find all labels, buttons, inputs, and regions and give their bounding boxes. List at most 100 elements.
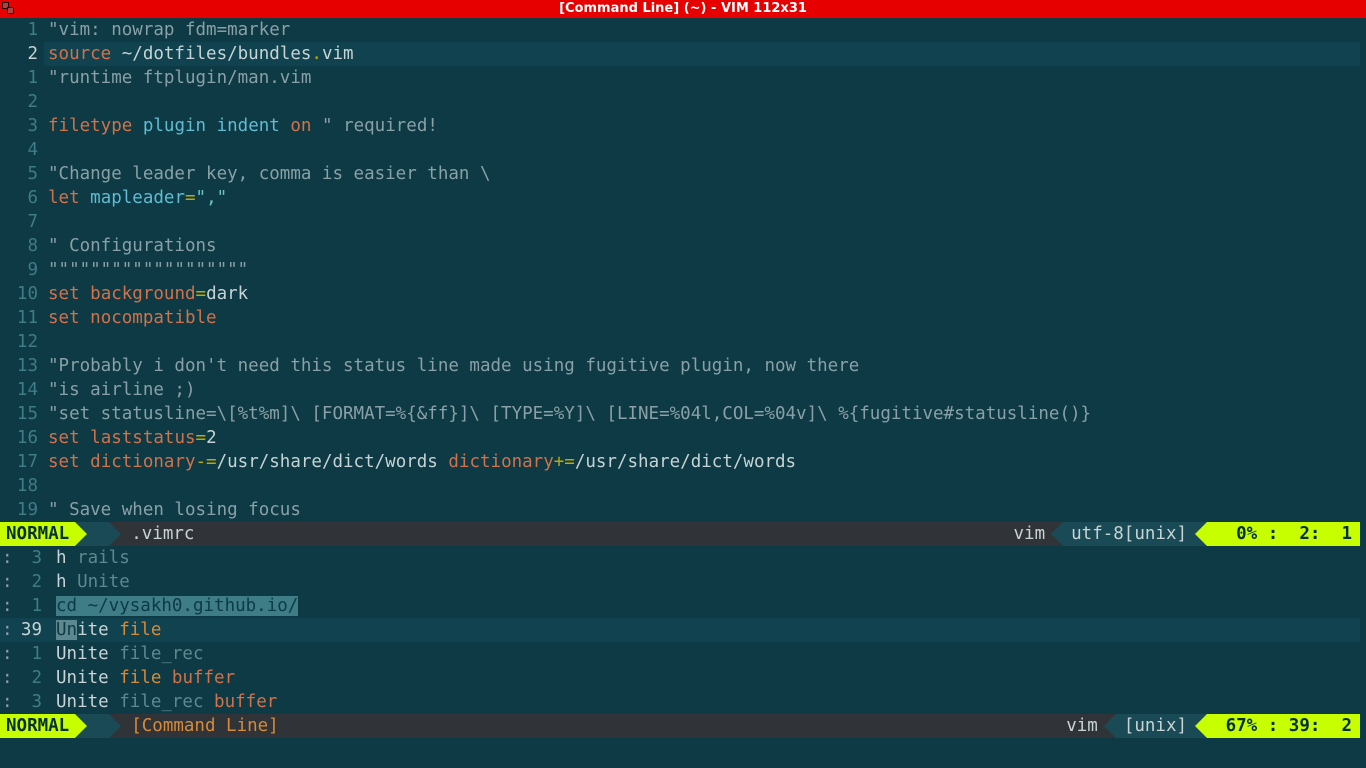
editor-line[interactable]: 6let mapleader="," bbox=[0, 186, 1360, 210]
editor-line[interactable]: 15"set statusline=\[%t%m]\ [FORMAT=%{&ff… bbox=[0, 402, 1360, 426]
separator-icon bbox=[75, 522, 87, 546]
position-indicator: 67% : 39: 2 bbox=[1207, 714, 1360, 738]
editor-line[interactable]: 7 bbox=[0, 210, 1360, 234]
line-number: 1 bbox=[0, 18, 44, 42]
line-number: 1 bbox=[16, 642, 44, 666]
line-content[interactable]: "is airline ;) bbox=[44, 378, 1360, 402]
command-text[interactable]: h rails bbox=[44, 546, 1360, 570]
command-history-line[interactable]: :39Unite file bbox=[0, 618, 1360, 642]
command-colon: : bbox=[0, 642, 16, 666]
editor-line[interactable]: 1"runtime ftplugin/man.vim bbox=[0, 66, 1360, 90]
command-history-line[interactable]: :1cd ~/vysakh0.github.io/ bbox=[0, 594, 1360, 618]
editor-line[interactable]: 16set laststatus=2 bbox=[0, 426, 1360, 450]
line-content[interactable]: set dictionary-=/usr/share/dict/words di… bbox=[44, 450, 1360, 474]
line-number: 15 bbox=[0, 402, 44, 426]
editor-line[interactable]: 10set background=dark bbox=[0, 282, 1360, 306]
line-content[interactable]: " Save when losing focus bbox=[44, 498, 1360, 522]
command-text[interactable]: h Unite bbox=[44, 570, 1360, 594]
line-number: 4 bbox=[0, 138, 44, 162]
encoding-indicator: [unix] bbox=[1116, 714, 1195, 738]
editor-line[interactable]: 1"vim: nowrap fdm=marker bbox=[0, 18, 1360, 42]
editor-line[interactable]: 8" Configurations bbox=[0, 234, 1360, 258]
line-number: 2 bbox=[0, 90, 44, 114]
command-history-line[interactable]: :2Unite file buffer bbox=[0, 666, 1360, 690]
line-content[interactable]: "Change leader key, comma is easier than… bbox=[44, 162, 1360, 186]
editor-line[interactable]: 17set dictionary-=/usr/share/dict/words … bbox=[0, 450, 1360, 474]
editor-line[interactable]: 9""""""""""""""""""" bbox=[0, 258, 1360, 282]
line-number: 17 bbox=[0, 450, 44, 474]
line-content[interactable]: "vim: nowrap fdm=marker bbox=[44, 18, 1360, 42]
editor-line[interactable]: 19" Save when losing focus bbox=[0, 498, 1360, 522]
command-text[interactable]: Unite file bbox=[44, 618, 1360, 642]
line-content[interactable]: """"""""""""""""""" bbox=[44, 258, 1360, 282]
command-colon: : bbox=[0, 690, 16, 714]
command-colon: : bbox=[0, 546, 16, 570]
line-number: 8 bbox=[0, 234, 44, 258]
separator-icon bbox=[1195, 522, 1207, 546]
line-content[interactable]: set nocompatible bbox=[44, 306, 1360, 330]
editor-line[interactable]: 11set nocompatible bbox=[0, 306, 1360, 330]
command-colon: : bbox=[0, 666, 16, 690]
line-content[interactable]: set laststatus=2 bbox=[44, 426, 1360, 450]
buffer-filename: .vimrc bbox=[121, 522, 204, 546]
line-number: 2 bbox=[16, 570, 44, 594]
separator-icon bbox=[75, 714, 87, 738]
line-content[interactable] bbox=[44, 474, 1360, 498]
editor-line[interactable]: 2source ~/dotfiles/bundles.vim bbox=[0, 42, 1360, 66]
command-colon: : bbox=[0, 570, 16, 594]
separator-icon bbox=[1195, 714, 1207, 738]
line-content[interactable] bbox=[44, 138, 1360, 162]
command-text[interactable]: Unite file buffer bbox=[44, 666, 1360, 690]
line-number: 9 bbox=[0, 258, 44, 282]
editor-line[interactable]: 4 bbox=[0, 138, 1360, 162]
line-content[interactable]: let mapleader="," bbox=[44, 186, 1360, 210]
command-colon: : bbox=[0, 618, 16, 642]
line-number: 16 bbox=[0, 426, 44, 450]
line-number: 11 bbox=[0, 306, 44, 330]
window-titlebar: [Command Line] (~) - VIM 112x31 bbox=[0, 0, 1366, 18]
command-line-window[interactable]: :3h rails:2h Unite:1cd ~/vysakh0.github.… bbox=[0, 546, 1360, 714]
command-history-line[interactable]: :3h rails bbox=[0, 546, 1360, 570]
command-text[interactable]: Unite file_rec buffer bbox=[44, 690, 1360, 714]
line-number: 13 bbox=[0, 354, 44, 378]
line-number: 5 bbox=[0, 162, 44, 186]
window-title: [Command Line] (~) - VIM 112x31 bbox=[559, 1, 807, 16]
editor-line[interactable]: 18 bbox=[0, 474, 1360, 498]
branch-segment bbox=[87, 522, 109, 546]
vertical-scrollbar[interactable] bbox=[1360, 18, 1366, 768]
command-text[interactable]: Unite file_rec bbox=[44, 642, 1360, 666]
line-number: 3 bbox=[16, 690, 44, 714]
editor-pane[interactable]: 1"vim: nowrap fdm=marker2source ~/dotfil… bbox=[0, 18, 1360, 522]
editor-line[interactable]: 13"Probably i don't need this status lin… bbox=[0, 354, 1360, 378]
line-number: 14 bbox=[0, 378, 44, 402]
line-content[interactable]: " Configurations bbox=[44, 234, 1360, 258]
line-content[interactable]: filetype plugin indent on " required! bbox=[44, 114, 1360, 138]
line-content[interactable] bbox=[44, 210, 1360, 234]
editor-line[interactable]: 3filetype plugin indent on " required! bbox=[0, 114, 1360, 138]
command-text[interactable]: cd ~/vysakh0.github.io/ bbox=[44, 594, 1360, 618]
line-number: 12 bbox=[0, 330, 44, 354]
line-number: 1 bbox=[16, 594, 44, 618]
line-number: 1 bbox=[0, 66, 44, 90]
line-content[interactable]: set background=dark bbox=[44, 282, 1360, 306]
line-content[interactable]: "set statusline=\[%t%m]\ [FORMAT=%{&ff}]… bbox=[44, 402, 1360, 426]
editor-line[interactable]: 14"is airline ;) bbox=[0, 378, 1360, 402]
line-number: 10 bbox=[0, 282, 44, 306]
line-content[interactable] bbox=[44, 90, 1360, 114]
line-content[interactable]: "Probably i don't need this status line … bbox=[44, 354, 1360, 378]
command-history-line[interactable]: :2h Unite bbox=[0, 570, 1360, 594]
editor-line[interactable]: 12 bbox=[0, 330, 1360, 354]
separator-icon bbox=[109, 522, 121, 546]
line-content[interactable] bbox=[44, 330, 1360, 354]
command-history-line[interactable]: :3Unite file_rec buffer bbox=[0, 690, 1360, 714]
encoding-indicator: utf-8[unix] bbox=[1063, 522, 1195, 546]
command-colon: : bbox=[0, 594, 16, 618]
editor-line[interactable]: 5"Change leader key, comma is easier tha… bbox=[0, 162, 1360, 186]
terminal[interactable]: 1"vim: nowrap fdm=marker2source ~/dotfil… bbox=[0, 18, 1366, 768]
command-history-line[interactable]: :1Unite file_rec bbox=[0, 642, 1360, 666]
line-content[interactable]: "runtime ftplugin/man.vim bbox=[44, 66, 1360, 90]
line-number: 2 bbox=[16, 666, 44, 690]
filetype-indicator: vim bbox=[1060, 714, 1104, 738]
editor-line[interactable]: 2 bbox=[0, 90, 1360, 114]
line-content[interactable]: source ~/dotfiles/bundles.vim bbox=[44, 42, 1360, 66]
